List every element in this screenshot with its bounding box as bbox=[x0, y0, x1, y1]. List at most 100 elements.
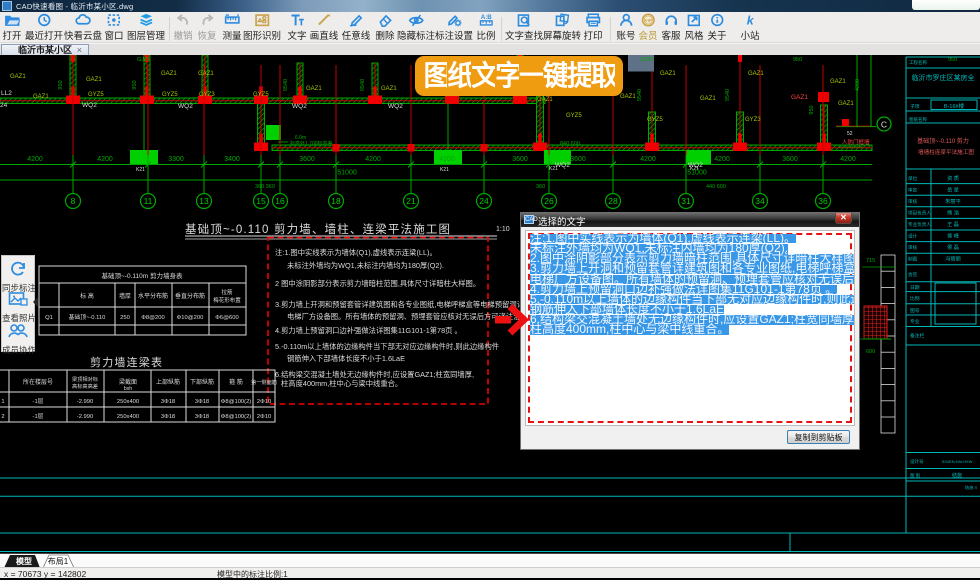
svg-text:子项: 子项 bbox=[910, 103, 920, 110]
svg-text:9540: 9540 bbox=[725, 89, 731, 101]
svg-text:梅花形布置: 梅花形布置 bbox=[213, 296, 241, 304]
svg-text:GJZ5: GJZ5 bbox=[640, 57, 653, 63]
svg-text:GYZ5: GYZ5 bbox=[253, 92, 269, 98]
svg-text:GAZ1: GAZ1 bbox=[830, 79, 846, 85]
svg-text:图纸名称: 图纸名称 bbox=[909, 116, 927, 123]
svg-text:下部纵筋: 下部纵筋 bbox=[190, 378, 214, 386]
svg-text:3Φ18: 3Φ18 bbox=[161, 414, 175, 420]
svg-text:GAZ1: GAZ1 bbox=[660, 71, 676, 77]
svg-text:柱高度400mm,柱中心与梁中线重合。: 柱高度400mm,柱中心与梁中线重合。 bbox=[281, 379, 402, 388]
svg-text:GAZ1: GAZ1 bbox=[748, 71, 764, 77]
svg-text:Φ8@200: Φ8@200 bbox=[141, 315, 164, 321]
svg-text:基础顶~-0.110m 剪力墙身表: 基础顶~-0.110m 剪力墙身表 bbox=[102, 271, 183, 280]
svg-text:设计号: 设计号 bbox=[910, 458, 924, 465]
svg-text:4200: 4200 bbox=[714, 156, 730, 163]
svg-text:-2.990: -2.990 bbox=[77, 414, 93, 420]
svg-text:5.-0.110m以上墙体的边缘构件当下部无对应边缘构件时,: 5.-0.110m以上墙体的边缘构件当下部无对应边缘构件时,则此边缘构件 bbox=[275, 342, 499, 351]
svg-text:冯丽丽: 冯丽丽 bbox=[945, 255, 961, 263]
svg-text:注:1.图中实线表示为墙体(Q1),虚线表示连梁(LL)。: 注:1.图中实线表示为墙体(Q1),虚线表示连梁(LL)。 bbox=[275, 248, 437, 257]
svg-text:WQ2: WQ2 bbox=[388, 103, 403, 110]
svg-text:4200: 4200 bbox=[855, 79, 861, 91]
svg-text:GAZ1: GAZ1 bbox=[700, 96, 716, 102]
svg-text:GYZ5: GYZ5 bbox=[647, 117, 663, 123]
svg-text:审核: 审核 bbox=[908, 244, 918, 251]
svg-text:梁顶相对标: 梁顶相对标 bbox=[72, 375, 98, 383]
svg-text:950: 950 bbox=[793, 57, 802, 63]
svg-text:4200: 4200 bbox=[365, 156, 381, 163]
svg-text:GJZ5: GJZ5 bbox=[137, 57, 150, 63]
svg-text:3600: 3600 bbox=[512, 156, 528, 163]
svg-text:GAZ1: GAZ1 bbox=[33, 94, 49, 100]
svg-text:250x400: 250x400 bbox=[117, 399, 139, 405]
svg-text:比例: 比例 bbox=[910, 295, 920, 302]
svg-text:-1层: -1层 bbox=[33, 398, 44, 405]
svg-text:梁截面: 梁截面 bbox=[119, 378, 137, 386]
svg-text:结施: 结施 bbox=[952, 472, 962, 479]
svg-text:24: 24 bbox=[0, 102, 8, 109]
svg-text:2Φ10: 2Φ10 bbox=[257, 399, 271, 405]
svg-text:图号: 图号 bbox=[910, 308, 920, 314]
svg-text:WQ2: WQ2 bbox=[178, 103, 193, 110]
svg-text:A:B: A:B bbox=[481, 14, 492, 21]
svg-text:垂直分布筋: 垂直分布筋 bbox=[175, 292, 205, 300]
svg-text:日期: 日期 bbox=[910, 285, 920, 291]
svg-text:标高处1.700标高差: 标高处1.700标高差 bbox=[290, 140, 333, 147]
svg-text:950: 950 bbox=[809, 105, 815, 114]
svg-text:GAZ1: GAZ1 bbox=[620, 94, 636, 100]
svg-text:项目负责人: 项目负责人 bbox=[908, 210, 931, 217]
svg-text:GYZ3: GYZ3 bbox=[199, 92, 215, 98]
svg-text:1:10: 1:10 bbox=[496, 226, 510, 233]
svg-text:840 600: 840 600 bbox=[560, 141, 580, 147]
svg-text:审核: 审核 bbox=[908, 198, 918, 205]
svg-text:21: 21 bbox=[406, 196, 416, 206]
svg-text:基础顶~-0.110 剪力: 基础顶~-0.110 剪力 bbox=[917, 137, 969, 145]
svg-text:GYZ3: GYZ3 bbox=[745, 117, 761, 123]
svg-text:6.结构梁交混凝土墙处无边缘构件时,应设置GAZ1;柱宽同墙: 6.结构梁交混凝土墙处无边缘构件时,应设置GAZ1;柱宽同墙厚, bbox=[275, 370, 474, 379]
svg-text:WQ2: WQ2 bbox=[292, 103, 307, 110]
svg-text:9540: 9540 bbox=[637, 89, 643, 101]
svg-text:剪 力 墙 连 梁 表: 剪 力 墙 连 梁 表 bbox=[90, 355, 162, 369]
svg-text:拉筋: 拉筋 bbox=[221, 288, 233, 296]
svg-text:52: 52 bbox=[847, 131, 853, 137]
svg-text:1: 1 bbox=[1, 399, 4, 405]
svg-text:K21: K21 bbox=[440, 167, 449, 173]
svg-text:GYZ5: GYZ5 bbox=[162, 92, 178, 98]
svg-text:3Φ18: 3Φ18 bbox=[161, 399, 175, 405]
svg-text:备注栏: 备注栏 bbox=[910, 332, 925, 339]
svg-text:Φ10@200: Φ10@200 bbox=[177, 315, 204, 321]
svg-text:钢筋伸入下部墙体长度不小于1.6LaE: 钢筋伸入下部墙体长度不小于1.6LaE bbox=[287, 354, 405, 363]
svg-text:28: 28 bbox=[608, 196, 618, 206]
svg-text:GYZ5: GYZ5 bbox=[566, 113, 582, 119]
svg-text:GAZ1: GAZ1 bbox=[10, 74, 26, 80]
svg-text:Q1: Q1 bbox=[45, 315, 53, 321]
svg-text:工程名称: 工程名称 bbox=[909, 59, 927, 66]
svg-text:250: 250 bbox=[120, 315, 130, 321]
svg-text:未标注外墙均为WQ1,未标注内墙均为180厚(Q2).: 未标注外墙均为WQ1,未标注内墙均为180厚(Q2). bbox=[287, 261, 444, 270]
svg-text:4200: 4200 bbox=[439, 156, 455, 163]
svg-text:9540: 9540 bbox=[360, 79, 366, 91]
svg-text:王 磊: 王 磊 bbox=[947, 221, 959, 228]
svg-text:3Φ18: 3Φ18 bbox=[195, 399, 209, 405]
svg-text:LL2: LL2 bbox=[1, 90, 12, 97]
svg-text:B-16#楼: B-16#楼 bbox=[944, 102, 965, 110]
svg-text:熊 浩: 熊 浩 bbox=[947, 209, 959, 217]
svg-text:GAZ1: GAZ1 bbox=[838, 101, 854, 107]
svg-text:13: 13 bbox=[199, 196, 209, 206]
svg-text:950: 950 bbox=[132, 80, 138, 89]
svg-text:C: C bbox=[881, 120, 887, 130]
svg-text:3600: 3600 bbox=[299, 156, 315, 163]
svg-text:3600: 3600 bbox=[782, 156, 798, 163]
svg-text:专业负责人: 专业负责人 bbox=[908, 221, 931, 228]
svg-text:结施 4: 结施 4 bbox=[965, 484, 978, 491]
svg-text:水平分布筋: 水平分布筋 bbox=[138, 292, 168, 300]
svg-text:34: 34 bbox=[755, 196, 765, 206]
svg-text:18: 18 bbox=[331, 196, 341, 206]
svg-text:4200: 4200 bbox=[97, 156, 113, 163]
svg-text:GAZ1: GAZ1 bbox=[381, 86, 397, 92]
svg-text:WQ2: WQ2 bbox=[688, 162, 703, 169]
svg-text:24: 24 bbox=[479, 196, 489, 206]
svg-text:GAZ1: GAZ1 bbox=[86, 77, 102, 83]
svg-text:Φ6@600: Φ6@600 bbox=[215, 315, 238, 321]
svg-text:Φ8@100(2): Φ8@100(2) bbox=[221, 414, 252, 420]
svg-text:600: 600 bbox=[866, 349, 875, 355]
